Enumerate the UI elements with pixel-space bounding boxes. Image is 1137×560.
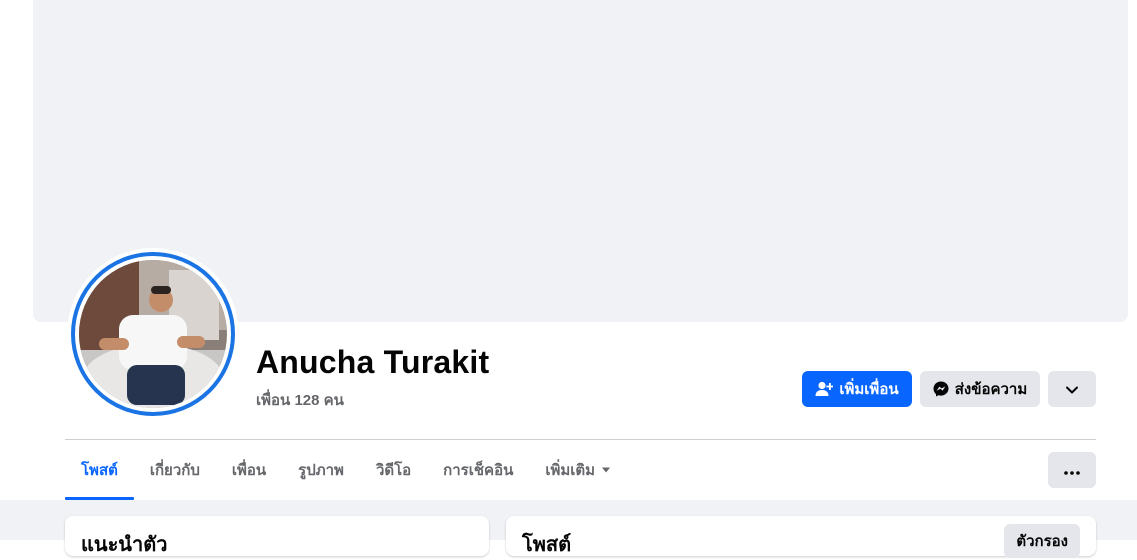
caret-down-icon	[601, 467, 611, 473]
tab-about[interactable]: เกี่ยวกับ	[134, 440, 216, 500]
avatar	[79, 260, 227, 408]
tab-label: เพื่อน	[231, 462, 267, 479]
profile-name: Anucha Turakit	[256, 344, 490, 380]
message-label: ส่งข้อความ	[954, 381, 1028, 398]
tab-label: วิดีโอ	[375, 462, 412, 479]
avatar-story-ring	[71, 252, 235, 416]
tab-photos[interactable]: รูปภาพ	[282, 440, 360, 500]
filter-button[interactable]: ตัวกรอง	[1004, 524, 1080, 558]
chevron-down-icon	[1066, 381, 1078, 398]
posts-title: โพสต์	[522, 534, 572, 556]
tab-check-ins[interactable]: การเช็คอิน	[427, 440, 529, 500]
tab-label: การเช็คอิน	[443, 462, 514, 479]
filter-label: ตัวกรอง	[1016, 533, 1068, 550]
tab-label: โพสต์	[81, 462, 118, 479]
more-actions-button[interactable]	[1048, 371, 1096, 407]
tab-more[interactable]: เพิ่มเติม	[529, 440, 627, 500]
tab-friends[interactable]: เพื่อน	[216, 440, 282, 500]
messenger-icon	[933, 381, 949, 397]
profile-picture[interactable]	[67, 248, 239, 420]
add-friend-label: เพิ่มเพื่อน	[839, 381, 899, 398]
ellipsis-icon	[1064, 462, 1080, 479]
posts-card: โพสต์ ตัวกรอง	[506, 516, 1096, 558]
intro-card: แนะนำตัว	[65, 516, 489, 556]
profile-tabs: โพสต์ เกี่ยวกับ เพื่อน รูปภาพ วิดีโอ การ…	[65, 440, 627, 500]
message-button[interactable]: ส่งข้อความ	[920, 371, 1040, 407]
tab-posts[interactable]: โพสต์	[65, 440, 134, 500]
tab-label: เพิ่มเติม	[545, 462, 596, 479]
intro-title: แนะนำตัว	[81, 534, 168, 556]
add-friend-button[interactable]: เพิ่มเพื่อน	[802, 371, 912, 407]
person-add-icon	[815, 381, 834, 397]
tab-label: เกี่ยวกับ	[149, 462, 200, 479]
tab-videos[interactable]: วิดีโอ	[360, 440, 427, 500]
profile-options-button[interactable]	[1048, 452, 1096, 488]
friends-count[interactable]: เพื่อน 128 คน	[256, 388, 344, 412]
tab-label: รูปภาพ	[298, 462, 344, 479]
